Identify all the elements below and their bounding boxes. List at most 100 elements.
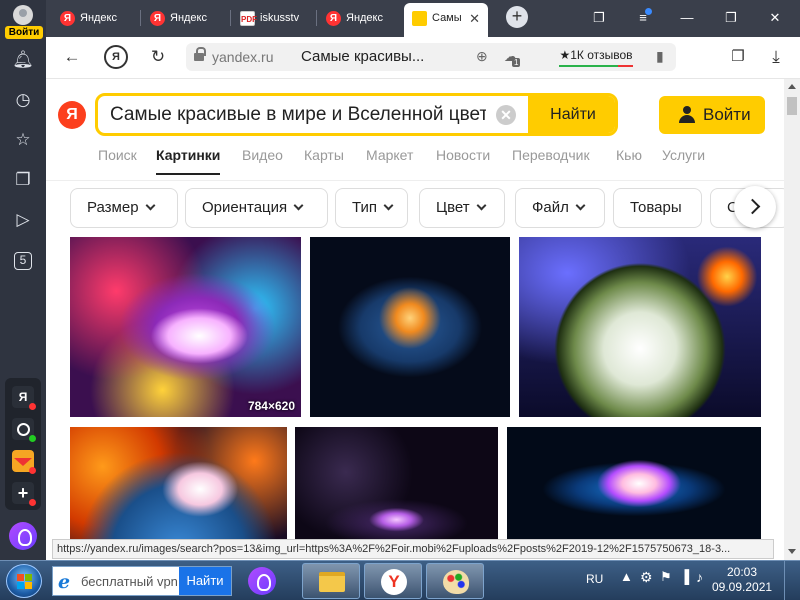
flag-icon[interactable]: ⚑ (660, 569, 672, 585)
network-icon[interactable]: ▐ (680, 569, 689, 584)
filter-goods[interactable]: Товары (613, 188, 702, 228)
add-app-icon[interactable]: + (12, 482, 36, 506)
taskbar: e бесплатный vpn Найти Y RU ▲ ⚙ ⚑ ▐ ♪ 20… (0, 560, 800, 600)
filter-type[interactable]: Тип (335, 188, 408, 228)
filters-bar: Размер Ориентация Тип Цвет Файл Товары С (46, 180, 786, 234)
yandex-logo[interactable]: Я (58, 101, 86, 129)
folder-icon (319, 572, 345, 592)
clock[interactable]: 20:03 09.09.2021 (712, 565, 772, 595)
tray-expand-icon[interactable]: ▲ (620, 569, 633, 584)
tabs-menu-icon[interactable]: ❐ (586, 6, 612, 30)
image-result-5[interactable] (295, 427, 498, 540)
filter-color[interactable]: Цвет (419, 188, 505, 228)
scroll-up-icon (788, 84, 796, 89)
page-scrollbar[interactable] (784, 79, 800, 560)
service-market[interactable]: Маркет (366, 147, 413, 163)
history-icon[interactable]: ◷ (11, 88, 35, 112)
clock-date: 09.09.2021 (712, 580, 773, 594)
browser-menu-icon[interactable]: ≡ (630, 6, 656, 30)
service-video[interactable]: Видео (242, 147, 283, 163)
service-news[interactable]: Новости (436, 147, 490, 163)
yandex-home-button[interactable]: Я (104, 45, 128, 69)
new-tab-button[interactable]: + (506, 6, 528, 28)
alice-icon[interactable] (9, 522, 37, 550)
show-desktop-button[interactable] (784, 561, 800, 600)
scroll-down-icon (788, 549, 796, 554)
image-size-badge: 784×620 (247, 399, 295, 413)
close-window-button[interactable]: ✕ (762, 6, 788, 30)
reviews-button[interactable]: ★1К отзывов (551, 45, 641, 69)
bell-icon[interactable]: 🔔︎ (11, 48, 35, 72)
filters-next-button[interactable] (734, 186, 776, 228)
taskbar-search-input[interactable]: бесплатный vpn (81, 574, 178, 589)
music-app-icon[interactable] (12, 418, 36, 442)
image-result-3[interactable] (519, 237, 761, 417)
login-button[interactable]: Войти (659, 96, 765, 134)
filter-file[interactable]: Файл (515, 188, 605, 228)
pdf-favicon-icon: PDF (240, 11, 257, 26)
notes-icon[interactable]: 5 (11, 248, 35, 272)
scrollbar-thumb[interactable] (787, 97, 797, 115)
yandex-app-icon[interactable]: Я (12, 386, 36, 410)
yandex-browser-icon: Y (381, 569, 407, 595)
taskbar-paint[interactable] (426, 563, 484, 599)
tab-active-images[interactable]: Самы ✕ (404, 3, 488, 37)
mail-app-icon[interactable] (12, 450, 36, 474)
clear-search-icon[interactable]: ✕ (496, 105, 516, 125)
image-result-4[interactable] (70, 427, 287, 540)
search-input[interactable]: Самые красивые в мире и Вселенной цветы (110, 104, 486, 126)
tab-yandex-2[interactable]: Я Яндекс (142, 3, 228, 34)
reload-button[interactable]: ↻ (146, 45, 170, 69)
star-icon[interactable]: ☆ (11, 128, 35, 152)
lock-icon[interactable] (194, 47, 206, 62)
ie-icon: e (58, 571, 71, 593)
image-result-6[interactable] (507, 427, 761, 540)
collections-toolbar-icon[interactable]: ❐ (726, 45, 750, 69)
taskbar-yandex-browser[interactable]: Y (364, 563, 422, 599)
service-uslugi[interactable]: Услуги (662, 147, 705, 163)
service-images[interactable]: Картинки (156, 147, 221, 175)
service-maps[interactable]: Карты (304, 147, 344, 163)
chevron-down-icon (293, 200, 304, 211)
search-button[interactable]: Найти (528, 96, 615, 133)
browser-sidebar: Войти 🔔︎ ◷ ☆ ❐ ▷ 5 Я + (0, 0, 46, 560)
sidebar-apps: Я + (5, 378, 41, 510)
status-url-tooltip: https://yandex.ru/images/search?pos=13&i… (52, 539, 774, 559)
volume-icon[interactable]: ♪ (696, 569, 703, 585)
bookmark-icon[interactable]: ▮ (656, 48, 664, 65)
filter-size[interactable]: Размер (70, 188, 178, 228)
service-translate[interactable]: Переводчик (512, 147, 590, 163)
restore-button[interactable]: ❐ (718, 6, 744, 30)
alice-taskbar-icon[interactable] (248, 567, 276, 595)
filter-orientation[interactable]: Ориентация (185, 188, 328, 228)
tab-yandex-3[interactable]: Я Яндекс (318, 3, 402, 34)
taskbar-search: e бесплатный vpn Найти (52, 566, 232, 596)
start-button[interactable] (6, 564, 42, 598)
service-search[interactable]: Поиск (98, 147, 137, 163)
yandex-favicon-icon: Я (150, 11, 165, 26)
downloads-icon[interactable]: ⤓ (764, 45, 788, 69)
tray-app-icon[interactable]: ⚙ (640, 569, 653, 586)
profile-button[interactable]: Войти (3, 3, 43, 39)
address-page-title: Самые красивы... (301, 48, 425, 65)
tab-yandex-1[interactable]: Я Яндекс (52, 3, 138, 34)
language-indicator[interactable]: RU (586, 572, 603, 586)
back-button[interactable]: ← (60, 45, 84, 69)
address-bar[interactable]: yandex.ru Самые красивы... ⊕ ☁ 1 ★1К отзы… (186, 43, 676, 71)
close-tab-icon[interactable]: ✕ (469, 3, 480, 34)
image-result-2[interactable] (310, 237, 510, 417)
zoom-icon[interactable]: ⊕ (476, 48, 488, 65)
paint-icon (443, 570, 469, 594)
play-icon[interactable]: ▷ (11, 208, 35, 232)
tab-pdf[interactable]: PDF iskusstv (232, 3, 314, 34)
collections-icon[interactable]: ❐ (11, 168, 35, 192)
sidebar-login-label: Войти (5, 26, 43, 39)
taskbar-explorer[interactable] (302, 563, 360, 599)
yandex-favicon-icon: Я (60, 11, 75, 26)
service-q[interactable]: Кью (616, 147, 642, 163)
tab-bar: Я Яндекс Я Яндекс PDF iskusstv Я Яндекс Самы… (46, 0, 800, 37)
minimize-button[interactable]: — (674, 6, 700, 30)
image-result-1[interactable]: 784×620 (70, 237, 301, 417)
protect-icon[interactable]: ☁ 1 (504, 48, 521, 67)
taskbar-search-button[interactable]: Найти (179, 567, 231, 595)
